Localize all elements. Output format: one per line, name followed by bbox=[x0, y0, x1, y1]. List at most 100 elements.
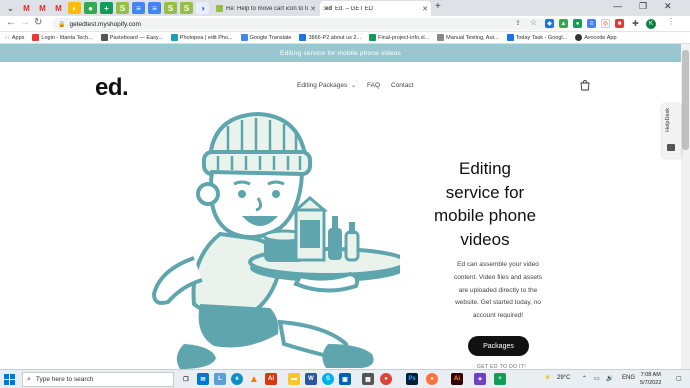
gmail-tab-icon[interactable]: M bbox=[52, 2, 65, 14]
cart-icon[interactable] bbox=[580, 80, 590, 91]
announcement-bar: Editing service for mobile phone videos bbox=[0, 44, 681, 62]
bookmark-favicon-icon bbox=[506, 34, 514, 41]
word-icon[interactable]: W bbox=[305, 373, 317, 385]
bookmark-item[interactable]: Avocode App bbox=[575, 34, 617, 41]
extension-icon[interactable]: ◆ bbox=[545, 19, 554, 28]
store-icon[interactable]: ▦ bbox=[362, 373, 374, 385]
extension-icon[interactable]: ■ bbox=[615, 19, 624, 28]
notifications-icon[interactable]: ▢ bbox=[676, 375, 682, 382]
shopify-tab-icon[interactable]: S bbox=[164, 2, 177, 14]
nav-contact[interactable]: Contact bbox=[391, 82, 413, 89]
sheets-tab-icon[interactable]: + bbox=[100, 2, 113, 14]
shopify-favicon-icon bbox=[216, 5, 223, 12]
reload-icon[interactable]: ↻ bbox=[34, 17, 42, 28]
maximize-window-icon[interactable]: ❐ bbox=[639, 1, 647, 12]
forward-arrow-icon[interactable]: → bbox=[20, 17, 30, 28]
photos-icon[interactable]: ▣ bbox=[339, 373, 351, 385]
milk-carton bbox=[291, 196, 329, 262]
bookmark-item[interactable]: Pasteboard — Easy... bbox=[100, 34, 163, 41]
bookmark-item[interactable]: Google Translate bbox=[240, 34, 292, 41]
helpdesk-label: HelpDesk bbox=[665, 108, 671, 132]
site-logo[interactable]: ed. bbox=[95, 74, 129, 102]
close-tab-icon[interactable]: ✕ bbox=[422, 5, 428, 13]
firefox-icon[interactable]: ● bbox=[426, 373, 438, 385]
extension-icon[interactable]: ≡ bbox=[587, 19, 596, 28]
packages-button[interactable]: Packages bbox=[468, 336, 529, 356]
taskbar-clock[interactable]: 7:08 AM 5/7/2022 bbox=[640, 372, 661, 387]
gmail-tab-icon[interactable]: M bbox=[36, 2, 49, 14]
taskbar-app-icon[interactable]: ✦ bbox=[474, 373, 486, 385]
windows-start-icon[interactable] bbox=[4, 374, 15, 385]
bookmark-favicon-icon bbox=[170, 34, 178, 41]
nav-faq[interactable]: FAQ bbox=[367, 82, 380, 89]
back-arrow-icon[interactable]: ← bbox=[6, 17, 16, 28]
bookmark-item[interactable]: Photopea | edit Pho... bbox=[170, 34, 233, 41]
task-view-icon[interactable]: ❐ bbox=[180, 373, 192, 385]
docs-tab-icon[interactable]: ≡ bbox=[148, 2, 161, 14]
language-indicator[interactable]: ENG bbox=[622, 375, 635, 381]
extension-icon[interactable]: ▲ bbox=[559, 19, 568, 28]
bookmark-item[interactable]: Today Task - Googl... bbox=[506, 34, 568, 41]
tray-expand-icon[interactable]: ⌃ bbox=[582, 375, 587, 382]
bookmark-label: 3866-P2 about us 2... bbox=[308, 34, 362, 41]
tab-chevron-icon[interactable]: ⌄ bbox=[4, 2, 17, 14]
docs-tab-icon[interactable]: ≡ bbox=[132, 2, 145, 14]
bookmark-label: Google Translate bbox=[249, 34, 292, 41]
tab-help-forum[interactable]: Re: Help to move cart icon to to... ✕ bbox=[213, 1, 319, 16]
bookmarks-bar: ⁙ Apps Login - Ittanta Tech... Pasteboar… bbox=[0, 32, 690, 44]
bookmark-label: Login - Ittanta Tech... bbox=[41, 34, 93, 41]
extension-icon[interactable]: ● bbox=[573, 19, 582, 28]
close-tab-icon[interactable]: ✕ bbox=[310, 5, 316, 13]
bookmark-label: Today Task - Googl... bbox=[515, 34, 568, 41]
url-bar[interactable]: 🔒 getedtest.myshopify.com bbox=[52, 18, 562, 30]
app-tab-icon[interactable]: ◑ bbox=[196, 2, 209, 14]
hero-heading: Editing service for mobile phone videos bbox=[430, 157, 540, 251]
share-icon[interactable]: ⇪ bbox=[515, 19, 521, 27]
edge-browser-icon[interactable]: e bbox=[231, 373, 243, 385]
weather-temp[interactable]: 29°C bbox=[557, 375, 570, 381]
new-tab-plus-icon[interactable]: + bbox=[435, 1, 441, 12]
tab-active-ed[interactable]: :ed Ed. – GET ED ✕ bbox=[320, 1, 431, 16]
taskbar-search[interactable]: ⌕ Type here to search bbox=[22, 372, 174, 387]
address-bar-row: ← → ↻ 🔒 getedtest.myshopify.com ⇪ ☆ ◆ ▲ … bbox=[0, 16, 690, 32]
app-tab-icon[interactable]: ● bbox=[84, 2, 97, 14]
vlc-icon[interactable]: ▲ bbox=[248, 373, 260, 385]
shoe bbox=[176, 344, 216, 369]
profile-avatar[interactable]: K bbox=[646, 19, 656, 29]
minimize-window-icon[interactable]: — bbox=[613, 1, 622, 11]
bookmark-label: Final-project-info.xl... bbox=[378, 34, 430, 41]
bookmark-favicon-icon bbox=[437, 34, 445, 41]
bookmark-item[interactable]: Login - Ittanta Tech... bbox=[32, 34, 93, 41]
illustrator-icon[interactable]: Ai bbox=[451, 373, 463, 385]
app-tab-icon[interactable]: ◐ bbox=[68, 2, 81, 14]
bookmark-item[interactable]: Manual Testing, Aut... bbox=[437, 34, 499, 41]
shopify-tab-icon[interactable]: S bbox=[116, 2, 129, 14]
gmail-tab-icon[interactable]: M bbox=[20, 2, 33, 14]
chrome-menu-icon[interactable]: ⋮ bbox=[667, 17, 675, 26]
extension-icon[interactable]: ◎ bbox=[601, 19, 610, 28]
bookmark-apps[interactable]: ⁙ Apps bbox=[4, 34, 24, 42]
chrome-icon[interactable]: ● bbox=[380, 373, 392, 385]
skype-icon[interactable]: S bbox=[322, 373, 334, 385]
shopify-tab-icon[interactable]: S bbox=[180, 2, 193, 14]
nav-editing-packages[interactable]: Editing Packages ⌄ bbox=[297, 82, 356, 89]
network-icon[interactable]: ▭ bbox=[594, 375, 600, 382]
taskbar-app-icon[interactable]: L bbox=[214, 373, 226, 385]
bookmark-star-icon[interactable]: ☆ bbox=[530, 18, 537, 27]
mail-app-icon[interactable]: ✉ bbox=[197, 373, 209, 385]
hero-heading-line: videos bbox=[460, 229, 510, 249]
weather-icon: ☀ bbox=[544, 373, 552, 382]
photoshop-icon[interactable]: Ps bbox=[406, 373, 418, 385]
close-window-icon[interactable]: ✕ bbox=[664, 1, 672, 12]
helpdesk-tab[interactable]: HelpDesk bbox=[662, 104, 681, 158]
volume-icon[interactable]: 🔊 bbox=[606, 375, 613, 382]
bookmark-item[interactable]: Final-project-info.xl... bbox=[369, 34, 429, 41]
url-text: getedtest.myshopify.com bbox=[69, 20, 141, 28]
sheets-app-icon[interactable]: + bbox=[494, 373, 506, 385]
extensions-puzzle-icon[interactable]: ✚ bbox=[631, 19, 640, 28]
page-scrollbar[interactable] bbox=[681, 44, 690, 369]
bookmark-item[interactable]: 3866-P2 about us 2... bbox=[299, 34, 361, 41]
file-explorer-icon[interactable]: ▬ bbox=[288, 373, 300, 385]
illustrator-icon[interactable]: Ai bbox=[265, 373, 277, 385]
scrollbar-thumb[interactable] bbox=[682, 50, 689, 150]
